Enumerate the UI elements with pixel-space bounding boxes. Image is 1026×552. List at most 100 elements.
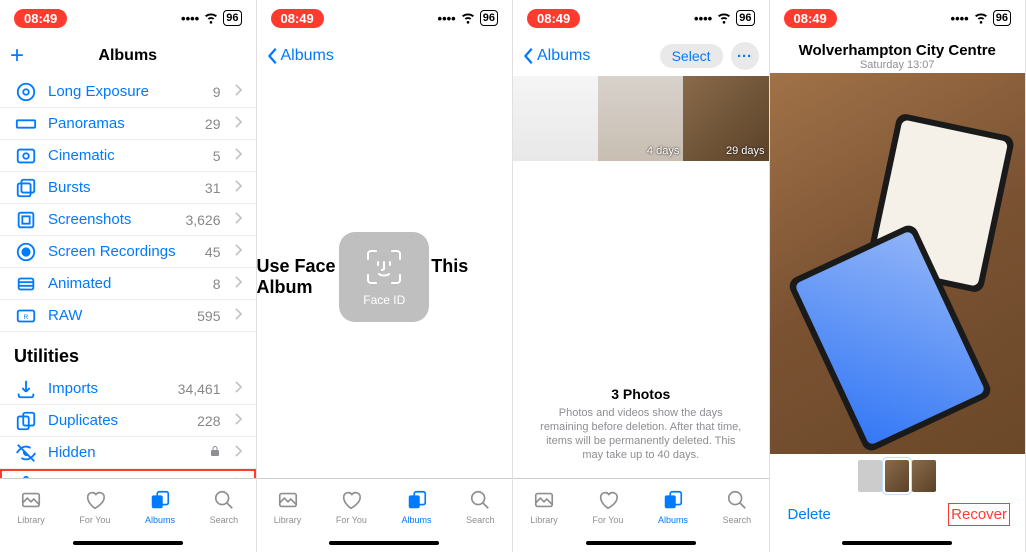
tab-label: For You (592, 515, 623, 525)
tab-label: Library (530, 515, 558, 525)
bursts-icon (14, 177, 38, 199)
chevron-icon (235, 211, 242, 228)
tab-for-you[interactable]: For You (79, 489, 110, 525)
status-time: 08:49 (14, 9, 67, 28)
chevron-icon (235, 275, 242, 292)
album-row-long-exposure[interactable]: Long Exposure 9 (0, 76, 256, 108)
battery-icon: 96 (480, 10, 498, 26)
chevron-icon (235, 380, 242, 397)
albums-icon (149, 489, 171, 513)
chevron-icon (235, 243, 242, 260)
utility-row-hidden[interactable]: Hidden (0, 437, 256, 469)
thumbnail-strip[interactable] (770, 454, 1026, 494)
utility-row-imports[interactable]: Imports 34,461 (0, 373, 256, 405)
album-row-panoramas[interactable]: Panoramas 29 (0, 108, 256, 140)
albums-list: Long Exposure 9 Panoramas 29 Cinematic 5… (0, 76, 256, 478)
utility-row-duplicates[interactable]: Duplicates 228 (0, 405, 256, 437)
utility-label: Duplicates (48, 412, 187, 429)
tab-label: Library (17, 515, 45, 525)
utility-label: Hidden (48, 444, 199, 461)
photo-thumb[interactable]: 4 days (598, 76, 683, 161)
album-row-bursts[interactable]: Bursts 31 (0, 172, 256, 204)
thumb-mini[interactable] (912, 460, 936, 492)
tab-label: For You (79, 515, 110, 525)
chevron-icon (235, 179, 242, 196)
faceid-icon (364, 247, 404, 287)
recover-button[interactable]: Recover (951, 506, 1007, 523)
tab-label: For You (336, 515, 367, 525)
status-bar: 08:49 •••• 96 (0, 0, 256, 36)
chevron-icon (235, 147, 242, 164)
tab-library[interactable]: Library (274, 489, 302, 525)
chevron-icon (235, 444, 242, 461)
tab-label: Albums (658, 515, 688, 525)
library-icon (20, 489, 42, 513)
status-icons: •••• 96 (951, 9, 1011, 28)
tab-albums[interactable]: Albums (145, 489, 175, 525)
signal-icon: •••• (438, 11, 456, 26)
signal-icon: •••• (181, 11, 199, 26)
for-you-icon (597, 489, 619, 513)
status-time: 08:49 (527, 9, 580, 28)
tab-library[interactable]: Library (17, 489, 45, 525)
signal-icon: •••• (694, 11, 712, 26)
tab-label: Search (723, 515, 752, 525)
signal-icon: •••• (951, 11, 969, 26)
tab-albums[interactable]: Albums (658, 489, 688, 525)
tab-label: Albums (145, 515, 175, 525)
album-row-screenshots[interactable]: Screenshots 3,626 (0, 204, 256, 236)
wifi-icon (203, 9, 219, 28)
tab-library[interactable]: Library (530, 489, 558, 525)
wifi-icon (460, 9, 476, 28)
tab-search[interactable]: Search (210, 489, 239, 525)
tab-search[interactable]: Search (466, 489, 495, 525)
thumb-mini-selected[interactable] (885, 460, 909, 492)
photo-subtitle: Saturday 13:07 (770, 59, 1026, 71)
back-button[interactable]: Albums (523, 47, 590, 65)
album-count: 29 (205, 116, 221, 132)
back-label: Albums (537, 47, 590, 65)
album-row-animated[interactable]: Animated 8 (0, 268, 256, 300)
album-row-screen-recordings[interactable]: Screen Recordings 45 (0, 236, 256, 268)
select-button[interactable]: Select (660, 44, 723, 68)
status-time: 08:49 (271, 9, 324, 28)
album-count: 9 (213, 84, 221, 100)
for-you-icon (84, 489, 106, 513)
albums-icon (406, 489, 428, 513)
tab-search[interactable]: Search (723, 489, 752, 525)
home-indicator (257, 534, 513, 552)
home-indicator (513, 534, 769, 552)
photo-thumb[interactable]: 29 days (683, 76, 768, 161)
search-icon (469, 489, 491, 513)
thumb-mini[interactable] (858, 460, 882, 492)
album-count: 8 (213, 276, 221, 292)
album-row-raw[interactable]: R RAW 595 (0, 300, 256, 332)
battery-icon: 96 (993, 10, 1011, 26)
tab-albums[interactable]: Albums (402, 489, 432, 525)
delete-button[interactable]: Delete (788, 506, 831, 523)
status-time: 08:49 (784, 9, 837, 28)
photo-thumb[interactable] (513, 76, 598, 161)
library-icon (277, 489, 299, 513)
photo-grid: 4 days29 days (513, 76, 769, 161)
tab-label: Search (466, 515, 495, 525)
album-label: RAW (48, 307, 187, 324)
duplicates-icon (14, 410, 38, 432)
utility-row-recently-deleted[interactable]: Recently Deleted (0, 469, 256, 478)
tab-for-you[interactable]: For You (592, 489, 623, 525)
album-label: Long Exposure (48, 83, 203, 100)
screenshots-icon (14, 209, 38, 231)
tab-bar-1: Library For You Albums Search (0, 478, 256, 534)
more-button[interactable]: ··· (731, 42, 759, 70)
screen-recordings-icon (14, 241, 38, 263)
photo-viewer[interactable] (770, 73, 1026, 454)
album-row-cinematic[interactable]: Cinematic 5 (0, 140, 256, 172)
tab-for-you[interactable]: For You (336, 489, 367, 525)
library-icon (533, 489, 555, 513)
status-bar: 08:49 •••• 96 (770, 0, 1026, 36)
photo-header: Wolverhampton City Centre Saturday 13:07 (770, 36, 1026, 73)
raw-icon: R (14, 305, 38, 327)
back-button[interactable]: Albums (267, 47, 334, 65)
album-label: Animated (48, 275, 203, 292)
search-icon (213, 489, 235, 513)
